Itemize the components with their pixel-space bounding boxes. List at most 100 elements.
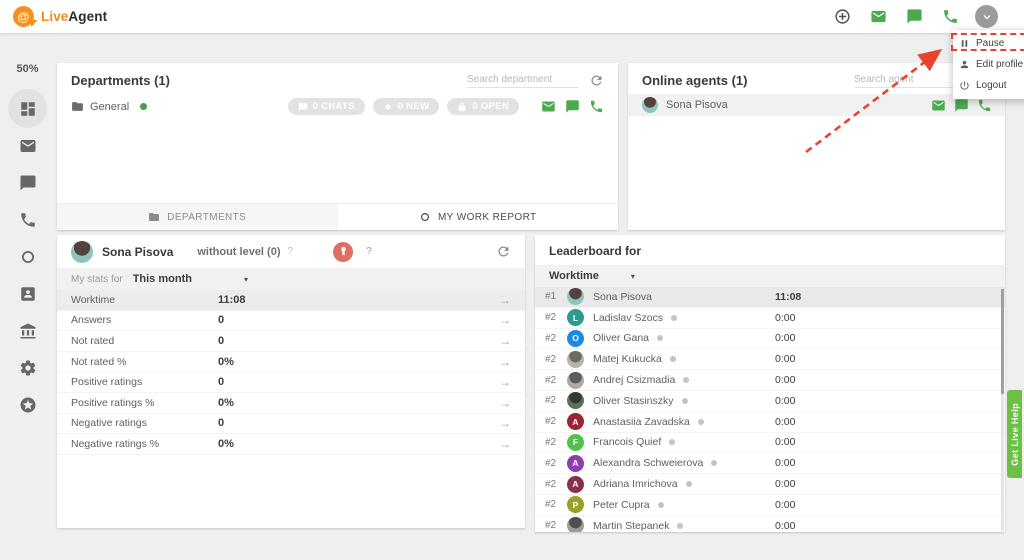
sidebar-item-calls[interactable] [18,210,37,229]
leaderboard-row[interactable]: #2 P Peter Cupra 0:00 [535,495,1005,516]
phone-icon[interactable] [589,99,604,114]
caret-down-icon[interactable]: ▾ [244,275,248,284]
scrollbar-thumb[interactable] [1001,289,1004,394]
agent-name: Alexandra Schweierova [593,457,703,469]
sidebar-item-tickets[interactable] [18,136,37,155]
stat-row[interactable]: Positive ratings % 0% → [57,393,525,414]
sidebar-item-chats[interactable] [18,173,37,192]
ring-icon [419,211,431,223]
chevron-down-icon [980,10,994,24]
sidebar-item-status[interactable] [18,247,37,266]
leaderboard-row[interactable]: #2 F Francois Quief 0:00 [535,433,1005,454]
chat-icon [19,174,37,192]
stat-row[interactable]: Answers 0 → [57,311,525,332]
caret-down-icon[interactable]: ▾ [631,272,635,281]
chat-icon[interactable] [954,98,968,112]
stat-value: 0 [218,335,224,347]
profile-dropdown-menu: Pause Edit profile Logout [953,30,1024,99]
stat-row[interactable]: Not rated 0 → [57,331,525,352]
live-help-tab[interactable]: Get Live Help [1007,390,1022,478]
status-dot [657,335,663,341]
email-icon[interactable] [931,98,945,112]
pause-icon [959,38,970,49]
agent-name: Matej Kukucka [593,353,662,365]
new-ticket-button[interactable] [867,6,889,28]
leaderboard-row[interactable]: #2 Andrej Csizmadia 0:00 [535,370,1005,391]
sidebar-item-dashboard[interactable] [18,99,37,118]
chat-icon[interactable] [565,99,580,114]
folder-icon [148,211,160,223]
stats-for-label: My stats for [71,274,123,285]
stat-row[interactable]: Worktime 11:08 → [57,290,525,311]
rank-label: #2 [545,479,567,490]
period-select[interactable]: This month [133,273,192,285]
sidebar-item-billing[interactable] [18,321,37,340]
leaderboard-row[interactable]: #2 A Alexandra Schweierova 0:00 [535,453,1005,474]
arrow-right-icon: → [499,355,511,369]
metric-select[interactable]: Worktime [549,270,599,282]
liveagent-logo[interactable]: @ LiveAgent [13,6,107,27]
scrollbar-track[interactable] [1001,289,1004,531]
sidebar-item-contacts[interactable] [18,284,37,303]
stat-row[interactable]: Not rated % 0% → [57,352,525,373]
status-dot [683,377,689,383]
help-icon[interactable]: ? [366,246,372,257]
stat-value: 0 [218,417,224,429]
new-call-button[interactable] [939,6,961,28]
refresh-icon[interactable] [589,73,604,88]
phone-icon[interactable] [977,98,991,112]
arrow-right-icon: → [499,416,511,430]
metric-value: 0:00 [775,332,795,344]
leaderboard-row[interactable]: #2 L Ladislav Szocs 0:00 [535,308,1005,329]
badge-label: 0 CHATS [313,101,355,112]
leaderboard-row[interactable]: #2 Oliver Stasinszky 0:00 [535,391,1005,412]
badge-label: 0 OPEN [472,101,509,112]
leaderboard-row[interactable]: #2 A Anastasiia Zavadska 0:00 [535,412,1005,433]
status-dot [658,502,664,508]
avatar: A [567,455,584,472]
tab-my-work-report[interactable]: MY WORK REPORT [338,204,619,230]
profile-menu-button[interactable] [975,5,998,28]
avatar: O [567,330,584,347]
tab-departments[interactable]: DEPARTMENTS [57,204,338,230]
new-chat-button[interactable] [903,6,925,28]
phone-icon [19,211,37,229]
stat-row[interactable]: Negative ratings 0 → [57,414,525,435]
person-icon [959,59,970,70]
department-row[interactable]: General 0 CHATS 0 NEW 0 OPEN [57,94,618,119]
menu-item-pause[interactable]: Pause [953,33,1024,54]
phone-icon [942,8,959,25]
liveagent-logo-icon: @ [13,6,34,27]
menu-item-label: Pause [976,38,1004,49]
usage-percent: 50% [16,63,38,75]
refresh-icon[interactable] [496,244,511,259]
avatar: A [567,476,584,493]
liveagent-logo-text: LiveAgent [41,9,107,24]
status-dot [711,460,717,466]
dot-icon [383,102,393,112]
leaderboard-row[interactable]: #2 O Oliver Gana 0:00 [535,329,1005,350]
plus-circle-icon [834,8,851,25]
online-agent-row[interactable]: Sona Pisova [628,94,1005,116]
search-agent-input[interactable] [854,72,966,88]
sidebar-item-settings[interactable] [18,358,37,377]
rank-label: #2 [545,354,567,365]
agent-name: Ladislav Szocs [593,312,663,324]
stat-row[interactable]: Negative ratings % 0% → [57,434,525,455]
leaderboard-metric-filter: Worktime ▾ [535,265,1005,287]
leaderboard-row[interactable]: #2 Martin Stepanek 0:00 [535,516,1005,532]
create-new-button[interactable] [831,6,853,28]
leaderboard-row[interactable]: #1 Sona Pisova 11:08 [535,287,1005,308]
help-icon[interactable]: ? [288,246,294,257]
stat-row[interactable]: Positive ratings 0 → [57,372,525,393]
menu-item-logout[interactable]: Logout [953,75,1024,96]
leaderboard-row[interactable]: #2 A Adriana Imrichova 0:00 [535,474,1005,495]
leaderboard-row[interactable]: #2 Matej Kukucka 0:00 [535,349,1005,370]
sidebar-item-upgrade[interactable] [18,395,37,414]
avatar [567,372,584,389]
menu-item-edit-profile[interactable]: Edit profile [953,54,1024,75]
rank-label: #2 [545,333,567,344]
email-icon[interactable] [541,99,556,114]
search-department-input[interactable] [467,72,579,88]
contact-card-icon [19,285,37,303]
